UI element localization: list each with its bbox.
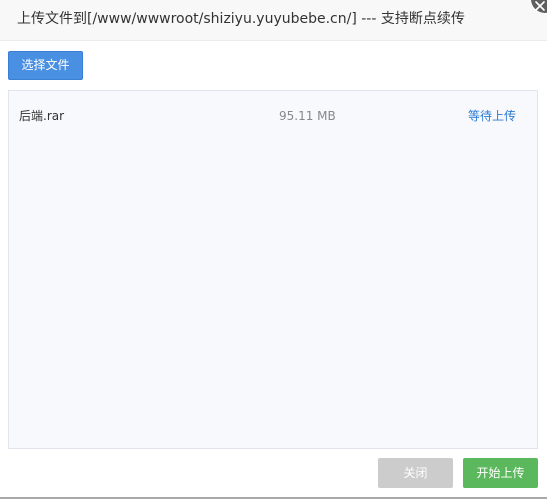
close-button[interactable]: 关闭 xyxy=(378,458,453,488)
dialog-title-bar: 上传文件到[/www/wwwroot/shiziyu.yuyubebe.cn/]… xyxy=(0,0,547,41)
start-upload-button[interactable]: 开始上传 xyxy=(463,458,538,488)
file-list-item: 后端.rar 95.11 MB 等待上传 xyxy=(9,106,537,126)
choose-file-button[interactable]: 选择文件 xyxy=(8,51,83,80)
file-status: 等待上传 xyxy=(468,109,517,123)
file-size: 95.11 MB xyxy=(279,109,336,123)
file-list-panel: 后端.rar 95.11 MB 等待上传 xyxy=(8,90,538,449)
file-name: 后端.rar xyxy=(19,109,65,123)
close-icon xyxy=(535,1,545,11)
dialog-title: 上传文件到[/www/wwwroot/shiziyu.yuyubebe.cn/]… xyxy=(17,11,465,27)
upload-dialog: 上传文件到[/www/wwwroot/shiziyu.yuyubebe.cn/]… xyxy=(0,0,547,499)
